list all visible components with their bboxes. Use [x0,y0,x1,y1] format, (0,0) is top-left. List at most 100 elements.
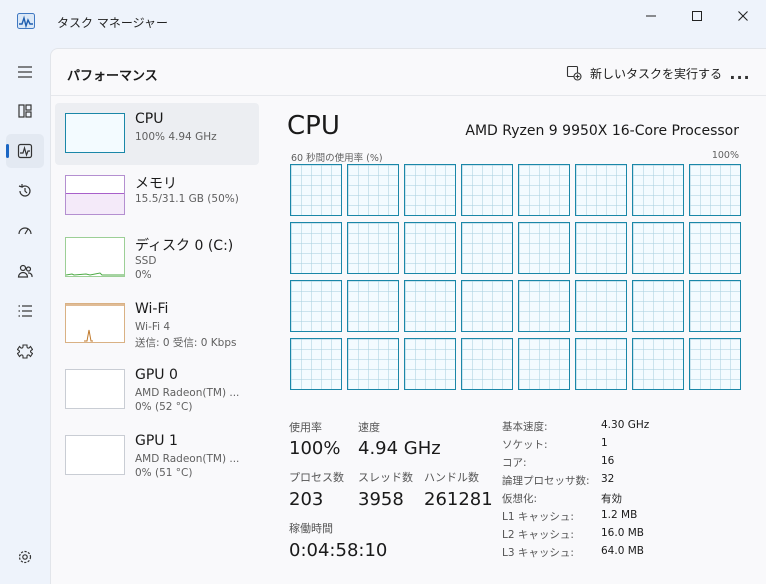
info-cores-value: 16 [601,455,615,467]
usage-label: 使用率 [289,421,322,434]
maximize-button[interactable] [674,0,720,32]
resource-type: AMD Radeon(TM) ... [135,453,240,465]
resource-detail: 0% (52 °C) [135,401,193,413]
minimize-icon [646,15,656,17]
minimize-button[interactable] [628,0,674,32]
services-icon [17,344,33,359]
resource-item-gpu1[interactable]: GPU 1 AMD Radeon(TM) ... 0% (51 °C) [55,425,259,487]
close-button[interactable] [720,0,766,32]
gpu1-thumbnail-graph [65,435,125,475]
logical-processor-graph [632,338,684,390]
header-divider [51,95,766,96]
logical-processor-graph [404,338,456,390]
logical-processor-graph [404,222,456,274]
logical-processor-graph [518,280,570,332]
logical-processor-graph [404,280,456,332]
resource-type: SSD [135,255,157,267]
logical-processor-graph [347,280,399,332]
resource-name: メモリ [135,176,177,192]
info-l2-cache-value: 16.0 MB [601,527,644,539]
resource-name: CPU [135,111,164,127]
logical-processor-graph [575,280,627,332]
resource-name: Wi-Fi [135,301,169,317]
close-icon [738,11,748,21]
history-icon [18,184,31,197]
info-cores-label: コア: [502,457,527,469]
info-l3-cache-label: L3 キャッシュ: [502,547,574,559]
processes-label: プロセス数 [289,471,344,484]
info-logical-processors-label: 論理プロセッサ数: [502,475,590,487]
memory-graph-line [66,193,124,214]
info-l2-cache-label: L2 キャッシュ: [502,529,574,541]
logical-processor-graph [290,338,342,390]
graph-max-label: 100% [711,150,739,161]
nav-details[interactable] [6,294,44,328]
logical-processor-graph [689,222,741,274]
cpu-thumbnail-graph [65,113,125,153]
logical-processor-graph [575,222,627,274]
resource-detail: 送信: 0 受信: 0 Kbps [135,337,237,349]
info-base-speed-value: 4.30 GHz [601,419,650,431]
info-base-speed-label: 基本速度: [502,421,548,433]
handles-label: ハンドル数 [424,471,479,484]
resource-type: AMD Radeon(TM) ... [135,387,240,399]
nav-app-history[interactable] [6,174,44,208]
threads-label: スレッド数 [358,471,413,484]
resource-item-cpu[interactable]: CPU 100% 4.94 GHz [55,103,259,165]
memory-thumbnail-graph [65,175,125,215]
logical-processor-graph [404,164,456,216]
logical-processor-graph [290,164,342,216]
resource-item-gpu0[interactable]: GPU 0 AMD Radeon(TM) ... 0% (52 °C) [55,359,259,421]
active-indicator [6,144,9,158]
nav-users[interactable] [6,254,44,288]
usage-value: 100% [289,438,341,459]
logical-processor-graph [461,280,513,332]
nav-startup-apps[interactable] [6,214,44,248]
nav-services[interactable] [6,334,44,368]
info-virtualization-value: 有効 [601,493,622,505]
logical-processor-graph [632,222,684,274]
resource-item-disk[interactable]: ディスク 0 (C:) SSD 0% [55,227,259,289]
resource-name: ディスク 0 (C:) [135,238,234,254]
threads-value: 3958 [358,489,404,510]
speed-value: 4.94 GHz [358,438,441,459]
more-options-button[interactable]: ... [729,63,751,83]
nav-processes[interactable] [6,94,44,128]
logical-processor-graph [347,222,399,274]
logical-processor-graph [518,222,570,274]
info-sockets-value: 1 [601,437,608,449]
processes-icon [18,104,32,118]
cpu-heading: CPU [287,111,340,141]
run-new-task-button[interactable]: 新しいタスクを実行する [566,61,722,85]
hamburger-menu-button[interactable] [6,55,44,89]
run-new-task-label: 新しいタスクを実行する [590,66,723,81]
resource-name: GPU 1 [135,433,178,449]
settings-icon [18,550,32,564]
logical-processor-graph [347,164,399,216]
resource-detail: 0% (51 °C) [135,467,193,479]
handles-value: 261281 [424,489,493,510]
info-logical-processors-value: 32 [601,473,615,485]
nav-performance[interactable] [6,134,44,168]
startup-icon [18,227,32,235]
resource-item-memory[interactable]: メモリ 15.5/31.1 GB (50%) [55,165,259,227]
info-virtualization-label: 仮想化: [502,493,538,505]
info-l1-cache-value: 1.2 MB [601,509,638,521]
resource-item-wifi[interactable]: Wi-Fi Wi-Fi 4 送信: 0 受信: 0 Kbps [55,293,259,355]
logical-processor-graph [575,164,627,216]
run-task-icon [566,65,582,81]
info-sockets-label: ソケット: [502,439,548,451]
logical-processor-graph [461,338,513,390]
logical-processor-graph [518,164,570,216]
logical-processor-graph [461,222,513,274]
nav-settings[interactable] [6,540,44,574]
logical-processor-graph [632,280,684,332]
cpu-model-name: AMD Ryzen 9 9950X 16-Core Processor [465,123,739,139]
resource-detail: 0% [135,269,152,281]
logical-processor-graph [461,164,513,216]
window-title: タスク マネージャー [57,16,168,30]
content-pane: パフォーマンス 新しいタスクを実行する ... CPU 100% 4.94 GH… [50,48,766,584]
logical-processor-graph [689,280,741,332]
maximize-icon [692,11,702,21]
users-icon [17,264,33,278]
